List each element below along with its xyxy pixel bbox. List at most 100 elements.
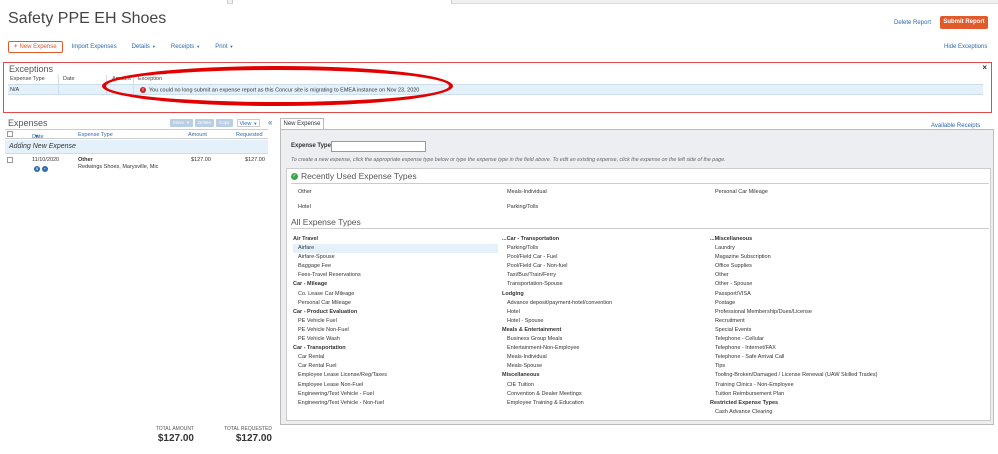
delete-button[interactable]: Delete (194, 119, 214, 127)
expense-type-item[interactable]: Personal Car Mileage (293, 299, 498, 308)
expense-type-item[interactable]: Airfare-Spouse (293, 253, 498, 262)
new-expense-label: New Expense (19, 44, 57, 50)
expense-row[interactable]: 11/10/2020 Other Redwings Shoes, Marysvi… (5, 155, 268, 177)
expense-type-item[interactable]: PE Vehicle Fuel (293, 317, 498, 326)
receipts-label: Receipts (170, 44, 195, 50)
expense-type-item[interactable]: Employee Lease License/Reg/Taxes (293, 371, 498, 380)
column-header-expense-type[interactable]: Expense Type (78, 132, 113, 138)
recent-expense-type[interactable]: Hotel (298, 204, 311, 210)
expense-type-item[interactable]: Tuition Reimbursement Plan (710, 390, 915, 399)
expense-type-item[interactable]: Business Group Meals (502, 335, 707, 344)
copy-button[interactable]: Copy (216, 119, 233, 127)
expenses-tools: Move ▼ Delete Copy View ▼ (170, 119, 261, 127)
expense-types-column: Air Travel Airfare Airfare-Spouse Baggage F… (293, 235, 498, 408)
column-header-date[interactable]: Date (63, 76, 75, 82)
recent-expense-type[interactable]: Parking/Tolls (507, 204, 538, 210)
expense-type-item[interactable]: Professional Membership/Dues/License (710, 308, 915, 317)
receipt-icon[interactable]: $ (34, 166, 40, 172)
expense-type-item[interactable]: Engineering/Test Vehicle - Fuel (293, 390, 498, 399)
page-title: Safety PPE EH Shoes (8, 10, 167, 27)
expense-type-item[interactable]: Passport/VISA (710, 290, 915, 299)
expense-type-item[interactable]: Tips (710, 362, 915, 371)
adding-new-expense-row[interactable]: Adding New Expense (5, 140, 268, 154)
expense-type-item[interactable]: Recruitment (710, 317, 915, 326)
expense-type-item[interactable]: Postage (710, 299, 915, 308)
expense-group-heading: ...Miscellaneous (710, 236, 753, 242)
caret-down-icon: ▼ (253, 121, 258, 126)
expense-type-item[interactable]: Magazine Subscription (710, 253, 915, 262)
expense-type-item[interactable]: Advance deposit/payment-hotel/convention (502, 299, 707, 308)
expense-type-item[interactable]: Telephone - Safe Arrival Call (710, 353, 915, 362)
exceptions-title: Exceptions (9, 64, 54, 74)
expense-type-item[interactable]: Car Rental Fuel (293, 362, 498, 371)
close-icon[interactable]: × (982, 63, 987, 72)
column-header-amount[interactable]: Amount (188, 132, 207, 138)
receipts-menu[interactable]: Receipts ▼ (171, 44, 200, 50)
expense-type-item[interactable]: Fees-Travel Reservations (293, 271, 498, 280)
expense-type-item[interactable]: Office Supplies (710, 262, 915, 271)
divider (291, 228, 989, 229)
expense-type-item[interactable]: Pool/Field Car - Non-fuel (502, 262, 707, 271)
expense-type-item[interactable]: Employee Lease Non-Fuel (293, 381, 498, 390)
expense-type-item[interactable]: Co. Lease Car Mileage (293, 290, 498, 299)
all-expense-types-heading: All Expense Types (291, 217, 361, 227)
recent-expense-type[interactable]: Meals-Individual (507, 189, 547, 195)
move-label: Move (173, 120, 185, 125)
import-expenses-link[interactable]: Import Expenses (72, 44, 117, 50)
select-all-checkbox[interactable] (7, 131, 13, 137)
expense-type-item[interactable]: Cash Advance Clearing (710, 408, 915, 417)
expense-type-item[interactable]: Pool/Field Car - Fuel (502, 253, 707, 262)
print-menu[interactable]: Print ▼ (215, 44, 233, 50)
expense-type-item[interactable]: CIE Tuition (502, 381, 707, 390)
expense-type-item[interactable]: Convention & Dealer Meetings (502, 390, 707, 399)
collapse-panel-icon[interactable]: « (268, 118, 272, 127)
expense-type-item[interactable]: Other (710, 271, 915, 280)
delete-report-link[interactable]: Delete Report (894, 20, 931, 26)
column-header-requested[interactable]: Requested (236, 132, 263, 138)
details-menu[interactable]: Details ▼ (132, 44, 156, 50)
expense-type-item[interactable]: PE Vehicle Wash (293, 335, 498, 344)
expense-type-item[interactable]: Hotel - Spouse (502, 317, 707, 326)
comment-icon[interactable]: ▪ (42, 166, 48, 172)
expense-type-item[interactable]: Telephone - Internet/FAX (710, 344, 915, 353)
expense-type-item[interactable]: Airfare (293, 244, 498, 254)
expense-type-item[interactable]: Taxi/Bus/Train/Ferry (502, 271, 707, 280)
expense-type-item[interactable]: Car Rental (293, 353, 498, 362)
expense-type-item[interactable]: Parking/Tolls (502, 244, 707, 253)
expense-type-item[interactable]: Entertainment-Non-Employee (502, 344, 707, 353)
submit-report-button[interactable]: Submit Report (940, 16, 988, 29)
new-expense-button[interactable]: + New Expense (8, 41, 63, 53)
column-header-expense-type[interactable]: Expense Type (10, 76, 45, 82)
expense-type-item[interactable]: Tooling-Broken/Damaged / License Renewal… (710, 371, 915, 380)
column-divider (58, 75, 59, 95)
recently-used-title: Recently Used Expense Types (301, 171, 417, 181)
expense-type-item[interactable]: Hotel (502, 308, 707, 317)
view-menu[interactable]: View ▼ (236, 119, 261, 127)
expense-type-label: Expense Type (291, 143, 331, 149)
details-label: Details (131, 44, 150, 50)
browser-tab[interactable] (232, 0, 452, 4)
expense-type-item[interactable]: Employee Training & Education (502, 399, 707, 408)
total-amount-value: $127.00 (157, 433, 194, 444)
expense-type-item[interactable]: Baggage Fee (293, 262, 498, 271)
expense-type-item[interactable]: Meals-Spouse (502, 362, 707, 371)
expense-type-item[interactable]: Training Clinics - Non-Employee (710, 381, 915, 390)
expense-type-item[interactable]: Meals-Individual (502, 353, 707, 362)
recent-expense-type[interactable]: Other (298, 189, 312, 195)
expense-type-item[interactable]: Telephone - Cellular (710, 335, 915, 344)
expense-type-item[interactable]: PE Vehicle Non-Fuel (293, 326, 498, 335)
expense-type-input[interactable] (331, 141, 426, 152)
expense-type-item[interactable]: Special Events (710, 326, 915, 335)
expense-group-heading: Meals & Entertainment (502, 326, 562, 333)
expense-type-item[interactable]: Other - Spouse (710, 280, 915, 289)
move-button[interactable]: Move ▼ (170, 119, 193, 127)
expense-group-heading: Restricted Expense Types (710, 399, 779, 406)
hide-exceptions-link[interactable]: Hide Exceptions (944, 44, 987, 50)
expense-type-item[interactable]: Transportation-Spouse (502, 280, 707, 289)
browser-tab[interactable] (0, 0, 228, 4)
recent-expense-type[interactable]: Personal Car Mileage (715, 189, 768, 195)
expense-type-item[interactable]: Laundry (710, 244, 915, 253)
expense-type-item[interactable]: Engineering/Test Vehicle - Non-fuel (293, 399, 498, 408)
plus-icon: + (14, 44, 18, 50)
row-checkbox[interactable] (7, 157, 13, 163)
